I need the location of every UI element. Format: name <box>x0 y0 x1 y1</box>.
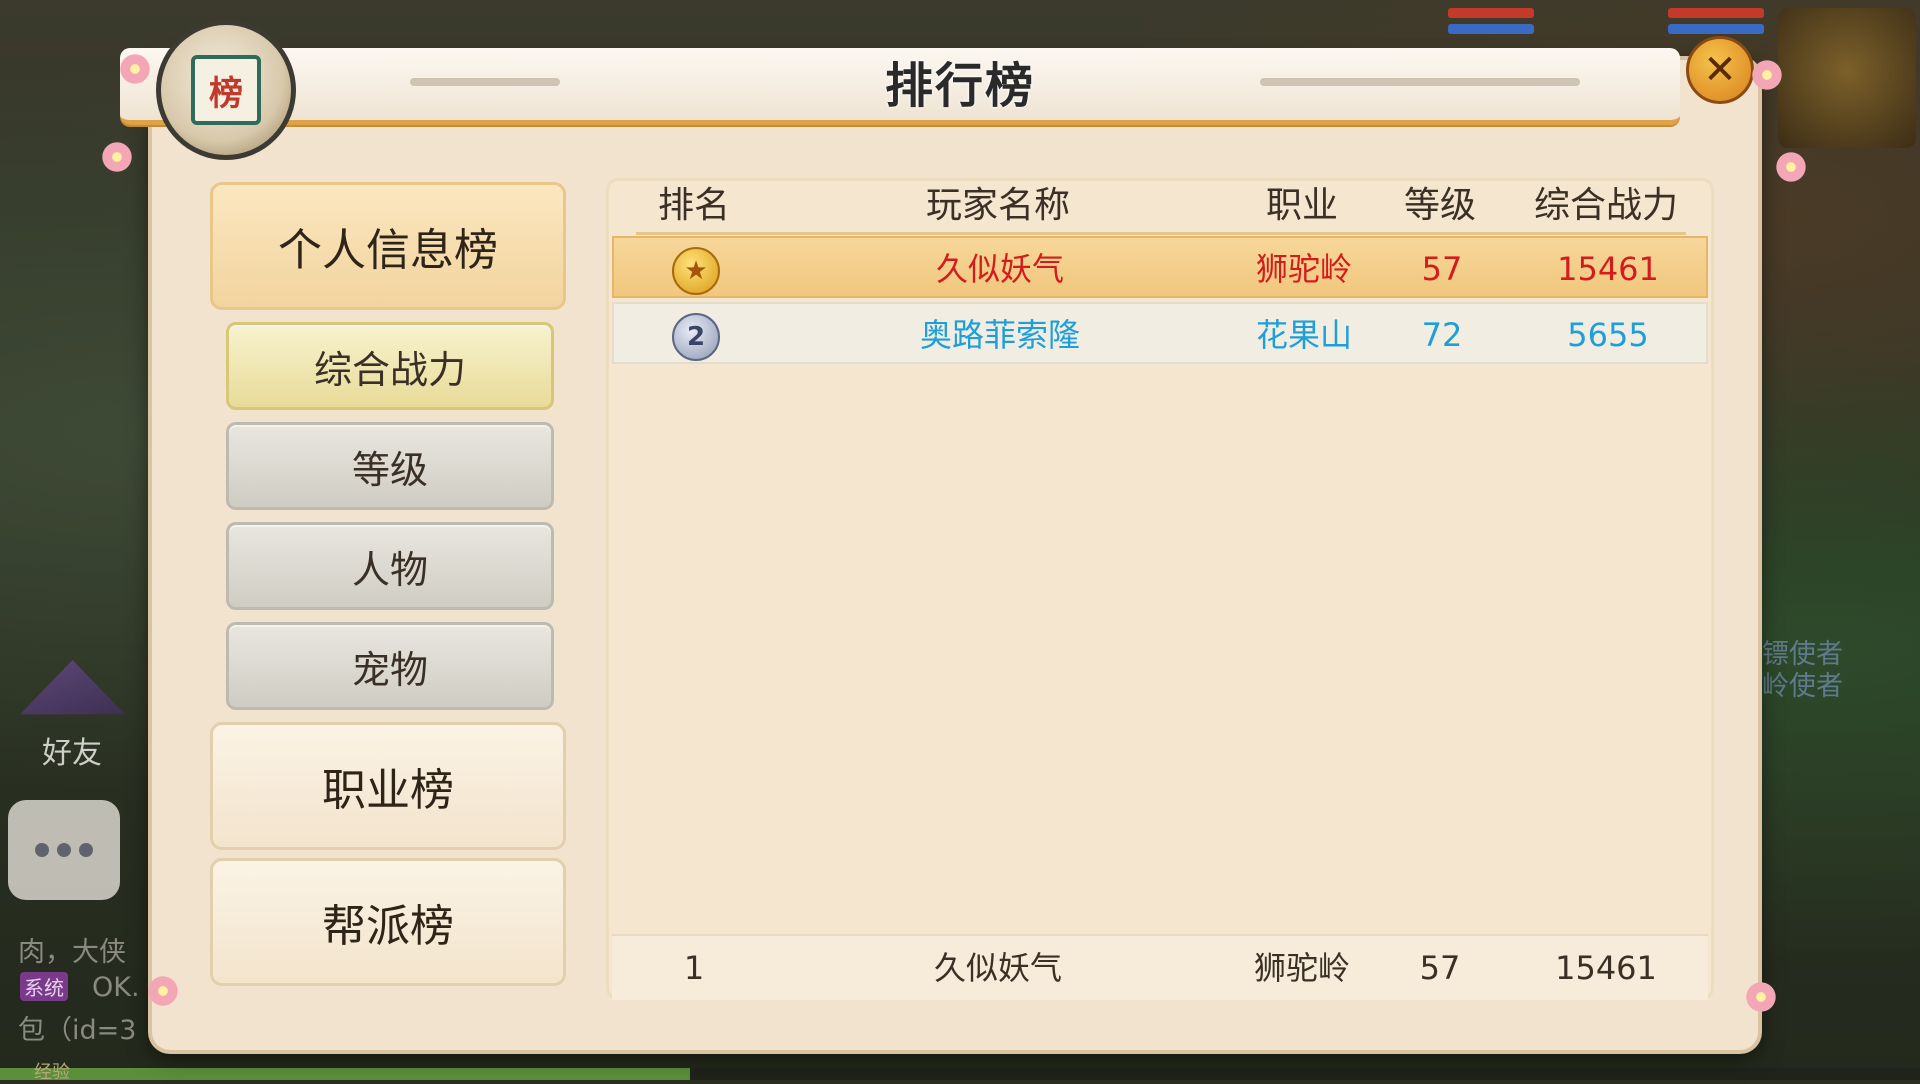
flower-decoration-icon <box>1744 980 1778 1014</box>
exp-label: 经验 <box>34 1062 70 1083</box>
my-level: 57 <box>1419 949 1461 987</box>
tab-guild-ranking[interactable]: 帮派榜 <box>210 858 566 986</box>
chat-line: 包（id=3 <box>18 1015 137 1046</box>
my-profession: 狮驼岭 <box>1253 949 1351 987</box>
chat-line: 肉，大侠 <box>18 937 126 968</box>
flower-decoration-icon <box>1750 58 1784 92</box>
header-level: 等级 <box>1403 185 1477 226</box>
silver-medal-icon: 2 <box>672 313 720 361</box>
player-power: 5655 <box>1567 316 1649 354</box>
gold-medal-icon: 1★ <box>672 247 720 295</box>
player-name[interactable]: 奥路菲索隆 <box>920 304 1080 366</box>
player-power: 15461 <box>1557 250 1659 288</box>
table-row[interactable]: 2 奥路菲索隆 花果山 72 5655 <box>612 302 1708 364</box>
subtab-character[interactable]: 人物 <box>226 522 554 610</box>
flower-decoration-icon <box>146 974 180 1008</box>
chat-line: OK. <box>92 972 140 1003</box>
flower-decoration-icon <box>118 52 152 86</box>
subtab-level[interactable]: 等级 <box>226 422 554 510</box>
my-power: 15461 <box>1555 949 1657 987</box>
chat-button[interactable] <box>8 800 120 900</box>
header-combat-power: 综合战力 <box>1533 185 1679 226</box>
exp-bar <box>0 1068 1920 1080</box>
friend-button-label[interactable]: 好友 <box>42 728 102 772</box>
player-level: 57 <box>1421 250 1463 288</box>
player-profession: 花果山 <box>1255 316 1353 354</box>
my-rank-row: 1 久似妖气 狮驼岭 57 15461 <box>612 934 1708 1000</box>
header-player-name: 玩家名称 <box>925 185 1071 226</box>
tab-profession-ranking[interactable]: 职业榜 <box>210 722 566 850</box>
ranking-badge-icon: 榜 <box>156 20 296 160</box>
table-row[interactable]: 1★ 久似妖气 狮驼岭 57 15461 <box>612 236 1708 298</box>
flower-decoration-icon <box>1774 150 1808 184</box>
npc-label: 岭使者 <box>1762 671 1843 702</box>
player-name[interactable]: 久似妖气 <box>936 238 1064 300</box>
close-button[interactable]: ✕ <box>1686 36 1754 104</box>
subtab-pet[interactable]: 宠物 <box>226 622 554 710</box>
badge-glyph: 榜 <box>191 55 261 125</box>
header-profession: 职业 <box>1265 185 1339 226</box>
flower-decoration-icon <box>100 140 134 174</box>
tab-personal-ranking[interactable]: 个人信息榜 <box>210 182 566 310</box>
my-name: 久似妖气 <box>933 949 1063 987</box>
header-rank: 排名 <box>657 185 731 226</box>
table-header: 排名 玩家名称 职业 等级 综合战力 <box>636 180 1686 235</box>
my-rank: 1 <box>683 949 705 987</box>
subtab-combat-power[interactable]: 综合战力 <box>226 322 554 410</box>
player-level: 72 <box>1421 316 1463 354</box>
player-profession: 狮驼岭 <box>1255 250 1353 288</box>
chat-tag: 系统 <box>20 972 68 1001</box>
